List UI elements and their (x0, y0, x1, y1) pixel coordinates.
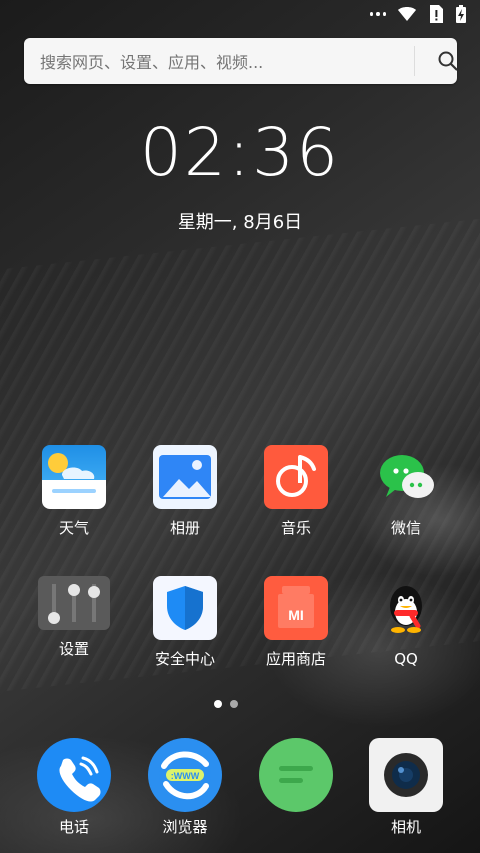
home-screen: 02:36 星期一, 8月6日 天气 相册 (0, 0, 480, 853)
wechat-icon (374, 445, 438, 509)
app-qq[interactable]: QQ (356, 576, 456, 668)
clock-time: 02:36 (139, 114, 341, 191)
app-label: 电话 (58, 818, 89, 836)
wifi-icon (398, 7, 416, 21)
search-divider (414, 46, 415, 76)
battery-charging-icon (456, 5, 466, 23)
app-label: 天气 (58, 519, 89, 537)
app-label: 相机 (390, 818, 421, 836)
app-label: 微信 (390, 519, 421, 537)
security-center-icon (153, 576, 217, 640)
dock-camera[interactable]: 相机 (356, 738, 456, 836)
app-store-icon: MI (264, 576, 328, 640)
app-store[interactable]: MI 应用商店 (246, 576, 346, 668)
app-label: 应用商店 (265, 650, 326, 668)
gallery-icon (153, 445, 217, 509)
search-icon (438, 51, 458, 71)
dock-phone[interactable]: 电话 (24, 738, 124, 836)
weather-icon (42, 445, 106, 509)
app-label: QQ (394, 650, 418, 668)
app-label: 音乐 (280, 519, 311, 537)
dock-messages[interactable] (246, 738, 346, 818)
page-dot[interactable] (214, 700, 222, 708)
clock-date: 星期一, 8月6日 (177, 212, 303, 233)
app-music[interactable]: 音乐 (246, 445, 346, 537)
camera-icon (369, 738, 443, 812)
app-settings[interactable]: 设置 (24, 576, 124, 658)
more-notifications-icon (370, 12, 386, 16)
app-gallery[interactable]: 相册 (135, 445, 235, 537)
qq-icon (374, 576, 438, 640)
app-weather[interactable]: 天气 (24, 445, 124, 537)
search-input[interactable] (38, 38, 402, 86)
status-icons (370, 4, 468, 24)
app-label: 相册 (169, 519, 200, 537)
music-icon (264, 445, 328, 509)
app-label: 浏览器 (162, 818, 208, 836)
svg-text::WWW: :WWW (171, 771, 200, 781)
page-indicator (214, 700, 238, 708)
search-button[interactable] (428, 38, 468, 84)
sim-alert-icon (430, 5, 443, 23)
phone-icon (37, 738, 111, 812)
app-label: 设置 (58, 640, 89, 658)
app-security-center[interactable]: 安全中心 (135, 576, 235, 668)
svg-text:MI: MI (288, 607, 304, 623)
messages-icon (259, 738, 333, 812)
search-bar[interactable] (24, 38, 458, 86)
status-bar (0, 0, 480, 28)
dock-browser[interactable]: :WWW 浏览器 (135, 738, 235, 836)
page-dot[interactable] (230, 700, 238, 708)
app-label: 安全中心 (154, 650, 215, 668)
settings-icon (38, 576, 110, 630)
browser-icon: :WWW (148, 738, 222, 812)
app-wechat[interactable]: 微信 (356, 445, 456, 537)
